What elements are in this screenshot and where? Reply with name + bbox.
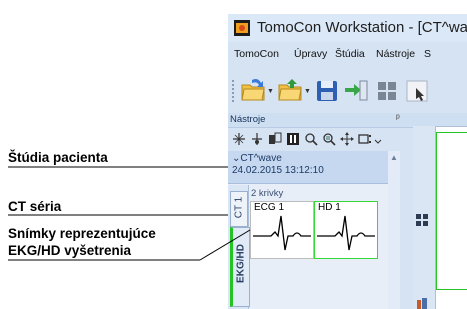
menu-nastroje[interactable]: Nástroje [376,48,415,60]
menu-tomocon[interactable]: TomoCon [234,48,279,60]
zoom-icon[interactable] [304,132,318,146]
tools-settings-icon[interactable] [415,296,429,309]
menu-upravy[interactable]: Úpravy [294,48,327,60]
study-name: ⌄CT^wave [232,153,282,164]
scroll-up-icon[interactable]: ▲ [390,153,398,162]
window-level-icon[interactable] [268,132,282,146]
tools-panel: Nástroje ᵖ ⌄CT^wave 24.02.2015 13:12:10 … [228,113,413,309]
grid-layout-icon[interactable] [374,76,400,104]
thumbnail-ecg[interactable]: ECG 1 [250,201,314,259]
open-folder-up-icon[interactable] [277,76,303,104]
app-icon [234,20,250,36]
patient-study-row[interactable]: ⌄CT^wave 24.02.2015 13:12:10 [228,151,388,184]
annotation-snapshots-label-line1: Snímky reprezentujúce [8,226,156,241]
menu-bar: TomoCon Úpravy Štúdia Nástroje S [228,46,467,66]
roi-icon[interactable] [358,132,372,146]
tree-scrollbar[interactable]: ▲ [388,151,400,309]
active-view-border [436,132,467,290]
main-toolbar: ▼ ▼ [228,71,467,111]
ct-series-tab[interactable]: CT 1 [230,191,248,227]
window-title: TomoCon Workstation - [CT^wa [257,19,467,36]
open-dropdown-arrow[interactable]: ▼ [267,88,274,95]
tools-panel-header: Nástroje ᵖ [228,113,413,128]
menu-studia[interactable]: Štúdia [335,48,365,60]
export-icon[interactable] [343,76,369,104]
grid-view-icon[interactable] [415,213,429,227]
annotation-study-label: Štúdia pacienta [8,150,108,165]
cursor-select-icon[interactable] [404,76,430,104]
annotation-snapshots-label-line2: EKG/HD vyšetrenia [8,243,132,258]
thumbnail-hd[interactable]: HD 1 [314,201,378,259]
annotation-ct-series-label: CT séria [8,199,62,214]
series-tab-strip: CT 1 EKG/HD [228,185,250,309]
title-bar: TomoCon Workstation - [CT^wa [228,14,467,42]
up-dropdown-arrow[interactable]: ▼ [304,88,311,95]
save-icon[interactable] [314,76,340,104]
view-tab-bar [413,113,467,126]
tools-row [228,129,413,149]
ekg-hd-label: EKG/HD [235,244,247,283]
ct-series-label: CT 1 [233,196,245,219]
study-datetime: 24.02.2015 13:12:10 [232,165,324,176]
open-folder-icon[interactable] [240,76,266,104]
more-tools-chevron-icon[interactable] [374,132,382,146]
tomocon-window: TomoCon Workstation - [CT^wa TomoCon Úpr… [228,14,467,309]
ecg-waveform-icon [253,215,311,251]
ekg-hd-tab[interactable]: EKG/HD [230,227,250,307]
toolbar-grip[interactable] [232,80,234,104]
pan-icon[interactable] [340,132,354,146]
move-points-icon[interactable] [250,132,264,146]
menu-more[interactable]: S [424,48,431,60]
hd-waveform-icon [317,215,375,251]
curve-count: 2 krivky [251,188,284,199]
invert-icon[interactable] [286,132,300,146]
crosshair-icon[interactable] [232,132,246,146]
zoom-region-icon[interactable] [322,132,336,146]
study-name-text: CT^wave [240,153,282,164]
study-tree: ⌄CT^wave 24.02.2015 13:12:10 CT 1 EKG/HD… [228,151,388,309]
pin-icon[interactable]: ᵖ [396,113,400,124]
tools-panel-title: Nástroje [230,114,266,125]
